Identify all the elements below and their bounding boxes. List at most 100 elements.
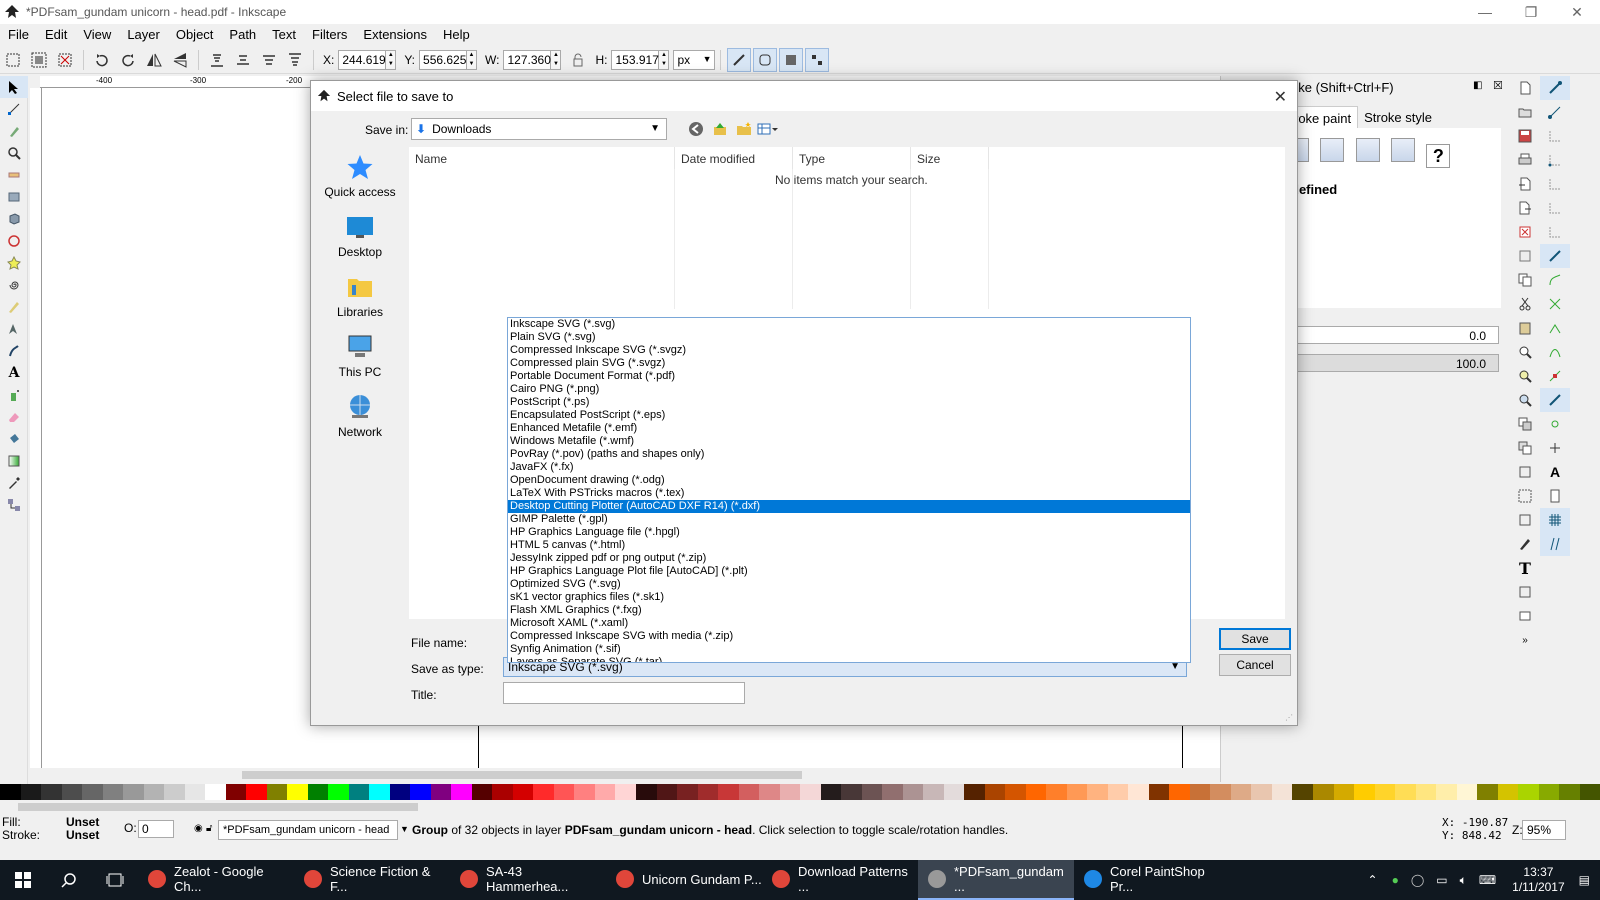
palette-swatch[interactable] [287, 784, 308, 800]
menu-object[interactable]: Object [168, 27, 222, 42]
palette-swatch[interactable] [41, 784, 62, 800]
palette-swatch[interactable] [1046, 784, 1067, 800]
pattern-icon[interactable] [1355, 138, 1380, 162]
palette-swatch[interactable] [718, 784, 739, 800]
column-size[interactable]: Size [911, 147, 989, 169]
file-type-option[interactable]: Layers as Separate SVG (*.tar) [508, 656, 1190, 662]
file-type-option[interactable]: sK1 vector graphics files (*.sk1) [508, 591, 1190, 604]
palette-scrollbar[interactable] [0, 800, 1600, 814]
menu-layer[interactable]: Layer [119, 27, 168, 42]
rotate-ccw-icon[interactable] [91, 49, 113, 71]
taskbar-app-button[interactable]: *PDFsam_gundam ... [918, 860, 1074, 900]
palette-swatch[interactable] [779, 784, 801, 800]
palette-swatch[interactable] [1169, 784, 1190, 800]
snap-midpoints-icon[interactable] [1540, 364, 1570, 388]
taskbar-app-button[interactable]: Download Patterns ... [762, 860, 918, 900]
dropper-tool-icon[interactable] [0, 472, 28, 494]
clone-icon[interactable] [1510, 436, 1540, 460]
gradient-tool-icon[interactable] [0, 450, 28, 472]
zoom-page-icon[interactable] [1510, 388, 1540, 412]
app-tray-icon[interactable]: ● [1392, 873, 1399, 887]
palette-swatch[interactable] [389, 784, 411, 800]
undo-icon[interactable] [1510, 220, 1540, 244]
ellipse-tool-icon[interactable] [0, 230, 28, 252]
palette-swatch[interactable] [410, 784, 431, 800]
palette-swatch[interactable] [923, 784, 944, 800]
palette-swatch[interactable] [369, 784, 390, 800]
pencil-tool-icon[interactable] [0, 296, 28, 318]
snap-enable-icon[interactable] [1540, 76, 1570, 100]
palette-swatch[interactable] [492, 784, 513, 800]
measure-tool-icon[interactable] [0, 164, 28, 186]
h-spinner[interactable]: ▲ ▼ [659, 49, 670, 70]
rectangle-tool-icon[interactable] [0, 186, 28, 208]
palette-swatch[interactable] [800, 784, 821, 800]
file-type-option[interactable]: HP Graphics Language file (*.hpgl) [508, 526, 1190, 539]
palette-swatch[interactable] [512, 784, 534, 800]
star-tool-icon[interactable] [0, 252, 28, 274]
maximize-button[interactable]: ❐ [1508, 0, 1554, 24]
snap-cusp-nodes-icon[interactable] [1540, 316, 1570, 340]
palette-swatch[interactable] [1497, 784, 1519, 800]
snap-grid-icon[interactable] [1540, 508, 1570, 532]
network-icon[interactable]: ▭ [1436, 873, 1447, 887]
unit-select[interactable]: px ▼ [673, 49, 716, 70]
close-icon[interactable]: ✕ [1274, 87, 1287, 107]
volume-icon[interactable]: 🔈︎ [1460, 873, 1467, 888]
cut-icon[interactable] [1510, 292, 1540, 316]
column-type[interactable]: Type [793, 147, 911, 169]
palette-swatch[interactable] [123, 784, 144, 800]
palette-swatch[interactable] [1477, 784, 1498, 800]
minimize-button[interactable]: — [1462, 0, 1508, 24]
palette-swatch[interactable] [307, 784, 329, 800]
unset-paint-icon[interactable]: ? [1426, 144, 1451, 168]
unlink-clone-icon[interactable] [1510, 460, 1540, 484]
menu-file[interactable]: File [0, 27, 37, 42]
search-button[interactable] [46, 860, 92, 900]
palette-swatch[interactable] [533, 784, 554, 800]
palette-swatch[interactable] [102, 784, 124, 800]
palette-swatch[interactable] [820, 784, 842, 800]
calligraphy-tool-icon[interactable] [0, 340, 28, 362]
palette-swatch[interactable] [841, 784, 862, 800]
palette-swatch[interactable] [164, 784, 185, 800]
menu-path[interactable]: Path [221, 27, 264, 42]
print-icon[interactable] [1510, 148, 1540, 172]
opacity-field[interactable]: 0 [138, 820, 174, 838]
snap-nodes-icon[interactable] [1540, 244, 1570, 268]
palette-swatch[interactable] [594, 784, 616, 800]
palette-swatch[interactable] [1271, 784, 1293, 800]
connector-tool-icon[interactable] [0, 494, 28, 516]
palette-swatch[interactable] [861, 784, 883, 800]
palette-swatch[interactable] [184, 784, 206, 800]
place-libraries[interactable]: Libraries [319, 267, 401, 327]
tab-stroke-style[interactable]: Stroke style [1358, 106, 1438, 130]
text-font-dialog-icon[interactable]: T [1510, 556, 1540, 580]
place-network[interactable]: Network [319, 387, 401, 447]
palette-swatch[interactable] [1005, 784, 1026, 800]
palette-swatch[interactable] [20, 784, 42, 800]
snap-bbox-corner-icon[interactable] [1540, 148, 1570, 172]
palette-swatch[interactable] [1087, 784, 1108, 800]
close-window-button[interactable]: ✕ [1554, 0, 1600, 24]
palette-swatch[interactable] [143, 784, 165, 800]
palette-swatch[interactable] [1518, 784, 1539, 800]
text-tool-icon[interactable]: A [0, 362, 28, 384]
title-input[interactable] [503, 682, 745, 704]
column-name[interactable]: Name [409, 147, 675, 169]
layers-dialog-icon[interactable] [1510, 604, 1540, 628]
start-button[interactable] [0, 860, 46, 900]
palette-swatch[interactable] [1148, 784, 1170, 800]
fill-stroke-dialog-icon[interactable] [1510, 532, 1540, 556]
up-folder-icon[interactable] [709, 119, 731, 139]
y-spinner[interactable]: ▲ ▼ [467, 49, 478, 70]
palette-swatch[interactable] [902, 784, 924, 800]
palette-swatch[interactable] [1395, 784, 1416, 800]
palette-swatch[interactable] [1354, 784, 1375, 800]
x-spinner[interactable]: ▲ ▼ [386, 49, 397, 70]
blur-input[interactable]: 0.0 [1291, 326, 1499, 344]
palette-swatch[interactable] [656, 784, 678, 800]
file-type-option[interactable]: Synfig Animation (*.sif) [508, 643, 1190, 656]
file-type-option[interactable]: Desktop Cutting Plotter (AutoCAD DXF R14… [508, 500, 1190, 513]
palette-swatch[interactable] [553, 784, 575, 800]
